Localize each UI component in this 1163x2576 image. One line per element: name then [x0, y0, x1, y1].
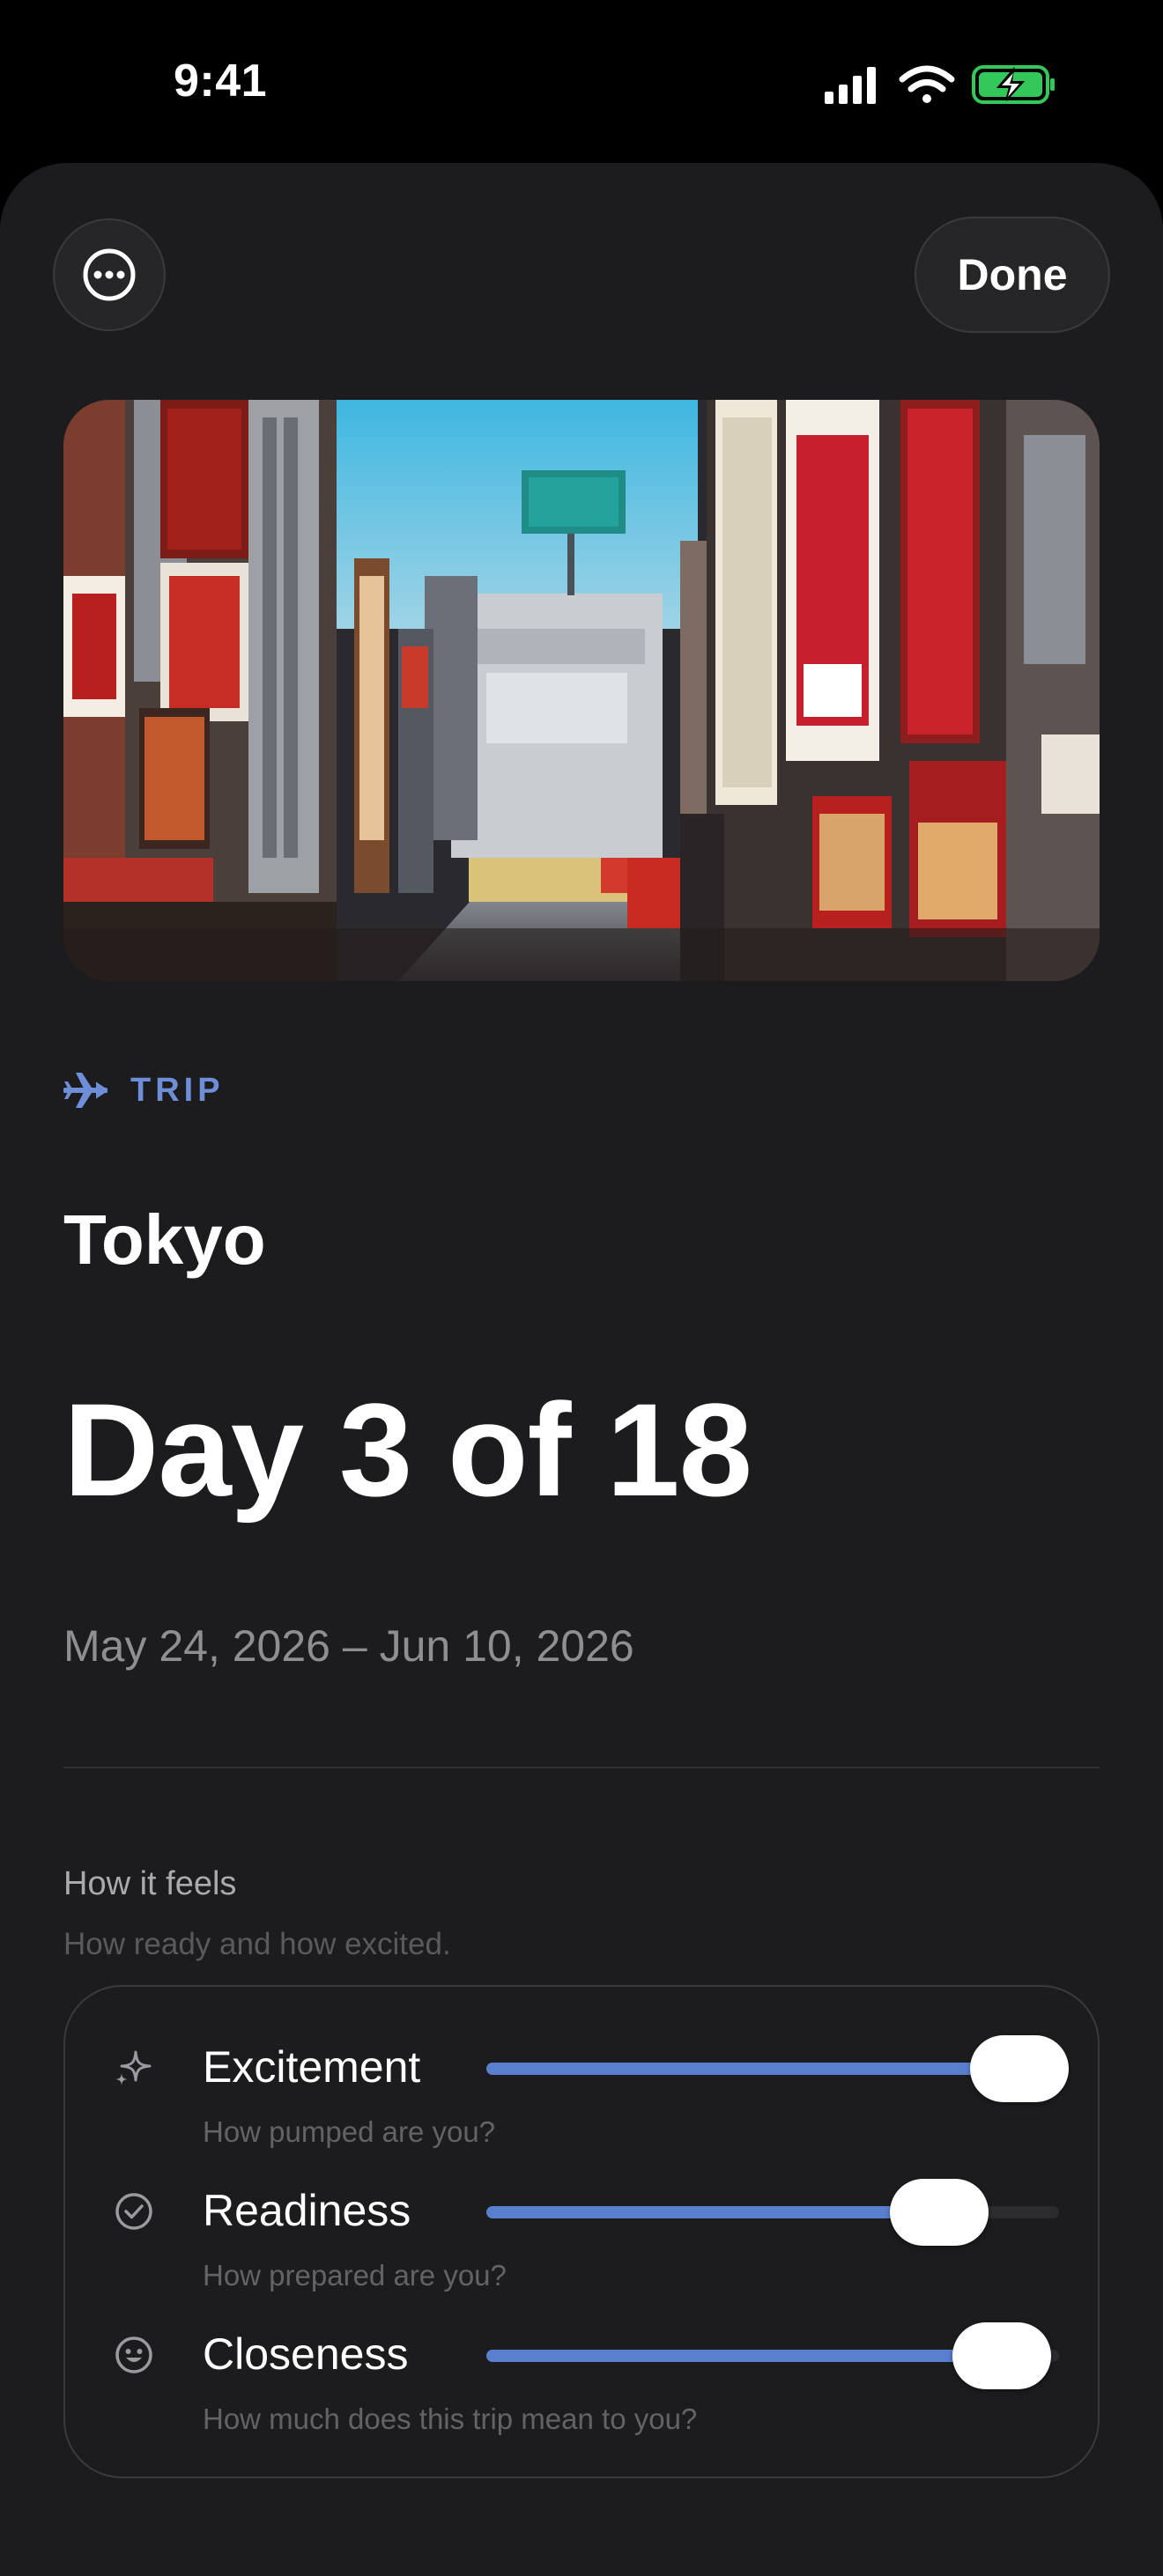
section-divider	[63, 1767, 1100, 1768]
status-icons	[825, 65, 1055, 104]
hero-image	[63, 400, 1100, 981]
slider-row-readiness: Readiness How prepared are you?	[65, 2166, 1101, 2298]
slider-fill	[486, 2350, 1002, 2362]
battery-charging-icon	[972, 65, 1055, 104]
trip-tag-label: TRIP	[130, 1071, 225, 1109]
status-time: 9:41	[173, 55, 268, 107]
done-button[interactable]: Done	[915, 217, 1110, 333]
trip-day-count: Day 3 of 18	[63, 1376, 752, 1524]
closeness-slider[interactable]	[486, 2322, 1059, 2389]
signal-icon	[825, 67, 876, 104]
trip-tag: TRIP	[63, 1066, 225, 1115]
slider-fill	[486, 2206, 939, 2218]
slider-label: Excitement	[203, 2042, 421, 2092]
slider-hint: How much does this trip mean to you?	[203, 2403, 698, 2435]
readiness-slider[interactable]	[486, 2179, 1059, 2246]
slider-label: Closeness	[203, 2329, 409, 2379]
feels-sliders-card: Excitement How pumped are you? Readiness…	[63, 1985, 1100, 2478]
feels-section-title: How it feels	[63, 1865, 237, 1902]
slider-fill	[486, 2063, 1019, 2075]
excitement-slider[interactable]	[486, 2035, 1069, 2102]
slider-hint: How prepared are you?	[203, 2259, 507, 2292]
status-bar: 9:41	[0, 0, 1163, 163]
ellipsis-circle-icon	[83, 248, 136, 301]
slider-thumb[interactable]	[952, 2322, 1051, 2389]
smiley-face-icon	[115, 2336, 152, 2373]
slider-row-closeness: Closeness How much does this trip mean t…	[65, 2309, 1101, 2441]
tokyo-street-photo	[63, 400, 1100, 981]
sparkle-icon	[115, 2050, 152, 2085]
slider-label: Readiness	[203, 2186, 411, 2235]
slider-hint: How pumped are you?	[203, 2115, 496, 2148]
slider-row-excitement: Excitement How pumped are you?	[65, 2022, 1101, 2154]
wifi-icon	[899, 65, 955, 103]
slider-thumb[interactable]	[889, 2179, 989, 2246]
feels-section-subtitle: How ready and how excited.	[63, 1927, 451, 1961]
trip-city: Tokyo	[63, 1200, 266, 1279]
checkmark-circle-icon	[115, 2193, 152, 2230]
slider-thumb[interactable]	[969, 2035, 1069, 2102]
trip-date-range: May 24, 2026 – Jun 10, 2026	[63, 1621, 634, 1671]
airplane-icon	[63, 1073, 107, 1108]
more-options-button[interactable]	[53, 218, 166, 331]
